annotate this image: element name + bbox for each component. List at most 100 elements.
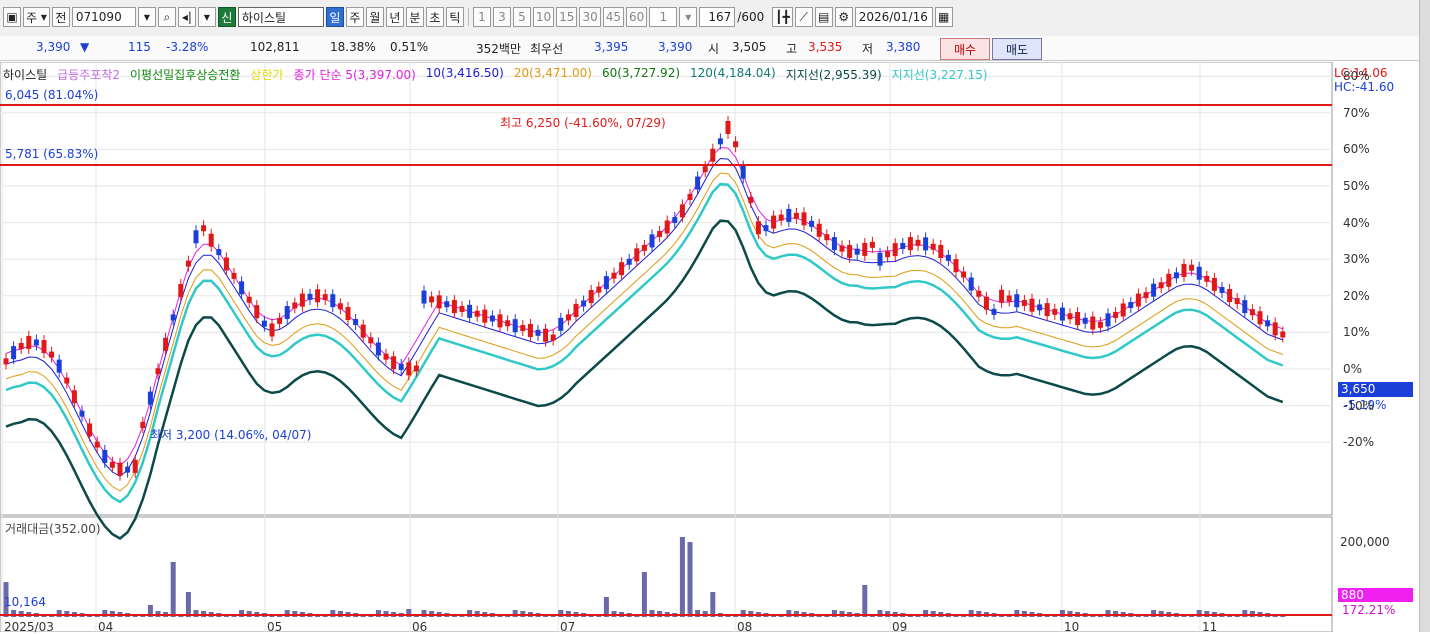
- low-annotation: 최저 3,200 (14.06%, 04/07): [150, 428, 312, 442]
- ratio: 0.51%: [390, 40, 429, 54]
- interval-45[interactable]: 45: [602, 7, 625, 27]
- y-tick-label: 40%: [1343, 215, 1370, 230]
- period-tick[interactable]: 틱: [445, 7, 464, 27]
- legend-item[interactable]: 종가 단순 5(3,397.00): [294, 66, 416, 83]
- period-year[interactable]: 년: [385, 7, 404, 27]
- legend-item[interactable]: 지지선(2,955.39): [786, 66, 882, 83]
- best-ask-label: 최우선: [530, 42, 564, 56]
- candle-type-icon[interactable]: ┃╋: [772, 7, 793, 27]
- low-price: 3,380: [886, 40, 921, 54]
- open-label: 시: [708, 42, 720, 56]
- dropdown-icon[interactable]: ▾: [137, 7, 156, 27]
- legend-item[interactable]: 지지선(3,227.15): [892, 66, 988, 83]
- volume-tag: 880: [1338, 588, 1413, 602]
- open-price: 3,505: [732, 40, 767, 54]
- price-change-pct: -3.28%: [166, 40, 209, 54]
- volume-left-value: 10,164: [4, 595, 46, 609]
- legend-item[interactable]: 120(4,184.04): [690, 66, 776, 83]
- best-bid: 3,390: [658, 40, 693, 54]
- price-panel: [0, 62, 1333, 516]
- legend-item[interactable]: 상한가: [250, 66, 283, 83]
- y-tick-label: 70%: [1343, 105, 1370, 120]
- current-price: 3,390: [36, 40, 71, 54]
- quote-bar: 3,390 ▼ 115 -3.28% 102,811 18.38% 0.51% …: [0, 36, 1420, 61]
- period-week[interactable]: 주: [345, 7, 364, 27]
- save-icon[interactable]: ▤: [814, 7, 833, 27]
- interval-10[interactable]: 10: [532, 7, 555, 27]
- interval-dropdown-icon[interactable]: ▾: [679, 7, 698, 27]
- interval-3[interactable]: 3: [492, 7, 511, 27]
- volume-bar: [170, 562, 176, 617]
- date-input[interactable]: 2026/01/16: [854, 7, 933, 27]
- volume-bar: [641, 572, 647, 617]
- legend-item[interactable]: 하이스틸: [3, 66, 47, 83]
- interval-60[interactable]: 60: [626, 7, 648, 27]
- best-ask: 3,395: [594, 40, 629, 54]
- legend-item[interactable]: 10(3,416.50): [426, 66, 504, 83]
- interval-30[interactable]: 30: [579, 7, 601, 27]
- toolbar-row: ▣ 주 ▾ 전 071090 ▾ ⌕ ◂| ▾ 신 하이스틸 일 주 월 년 분…: [0, 6, 953, 28]
- volume-axis-label: 200,000: [1340, 535, 1390, 549]
- volume-bar: [862, 585, 868, 617]
- indicator-legend: 하이스틸 급등주포착2 이평선밀집후상승전환 상한가 종가 단순 5(3,397.00)…: [3, 66, 988, 83]
- interval-5[interactable]: 5: [512, 7, 531, 27]
- search-icon[interactable]: ⌕: [157, 7, 176, 27]
- period-day[interactable]: 일: [325, 7, 344, 27]
- amount: 352백만: [476, 42, 521, 56]
- y-tick-label: -10%: [1343, 398, 1375, 413]
- calendar-icon[interactable]: ▦: [934, 7, 953, 27]
- y-tick-label: 10%: [1343, 325, 1370, 340]
- count-input[interactable]: 167: [699, 7, 736, 27]
- vertical-scrollbar[interactable]: [1419, 0, 1430, 632]
- layout-icon[interactable]: ▣: [3, 7, 21, 27]
- legend-item[interactable]: 60(3,727.92): [602, 66, 680, 83]
- y-tick-label: 20%: [1343, 288, 1370, 303]
- high-label: 고: [786, 42, 798, 56]
- low-label: 저: [862, 42, 874, 56]
- small-dropdown-icon[interactable]: ▾: [197, 7, 216, 27]
- interval-input[interactable]: 1: [649, 7, 678, 27]
- period-month[interactable]: 월: [365, 7, 384, 27]
- current-price-tag: 3,650: [1338, 382, 1413, 397]
- y-tick-label: 50%: [1343, 179, 1370, 193]
- divider: [467, 8, 469, 26]
- turnover-rate: 18.38%: [330, 40, 376, 54]
- price-change: 115: [128, 40, 151, 54]
- interval-15[interactable]: 15: [556, 7, 578, 27]
- legend-item[interactable]: 급등주포착2: [57, 66, 120, 83]
- new-stock-badge[interactable]: 신: [217, 7, 236, 27]
- interval-1[interactable]: 1: [472, 7, 491, 27]
- volume-bar: [710, 592, 716, 617]
- code-input[interactable]: 071090: [71, 7, 136, 27]
- legend-item[interactable]: 이평선밀집후상승전환: [130, 66, 240, 83]
- period-second[interactable]: 초: [425, 7, 444, 27]
- y-tick-label: -20%: [1343, 435, 1375, 450]
- volume-tag-pct: 172.21%: [1342, 603, 1396, 617]
- period-minute[interactable]: 분: [405, 7, 424, 27]
- sound-icon[interactable]: ◂|: [177, 7, 196, 27]
- volume: 102,811: [250, 40, 300, 54]
- upper-line-value: 6,045 (81.04%): [5, 88, 99, 102]
- volume-bar: [185, 592, 191, 617]
- buy-button[interactable]: 매수: [940, 38, 990, 60]
- y-tick-label: 60%: [1343, 142, 1370, 157]
- volume-bar: [687, 542, 693, 617]
- volume-panel-title: 거래대금(352.00): [5, 522, 101, 536]
- count-total: /600: [737, 10, 765, 24]
- down-arrow-icon: ▼: [80, 40, 90, 54]
- stock-name-field[interactable]: 하이스틸: [237, 7, 324, 27]
- price-chart[interactable]: [0, 62, 1420, 632]
- line-tool-icon[interactable]: ⟋: [794, 7, 813, 27]
- volume-bar: [679, 537, 685, 617]
- high-price: 3,535: [808, 40, 843, 54]
- legend-item[interactable]: 20(3,471.00): [514, 66, 592, 83]
- y-tick-label: 0%: [1343, 362, 1363, 376]
- high-annotation: 최고 6,250 (-41.60%, 07/29): [500, 116, 666, 130]
- gear-icon[interactable]: ⚙: [834, 7, 853, 27]
- y-tick-label: 80%: [1343, 69, 1370, 84]
- mode-select[interactable]: 주 ▾: [23, 7, 50, 27]
- sell-button[interactable]: 매도: [992, 38, 1042, 60]
- period-toggle[interactable]: 전: [51, 7, 70, 27]
- lower-line-value: 5,781 (65.83%): [5, 147, 99, 161]
- y-tick-label: 30%: [1343, 252, 1370, 267]
